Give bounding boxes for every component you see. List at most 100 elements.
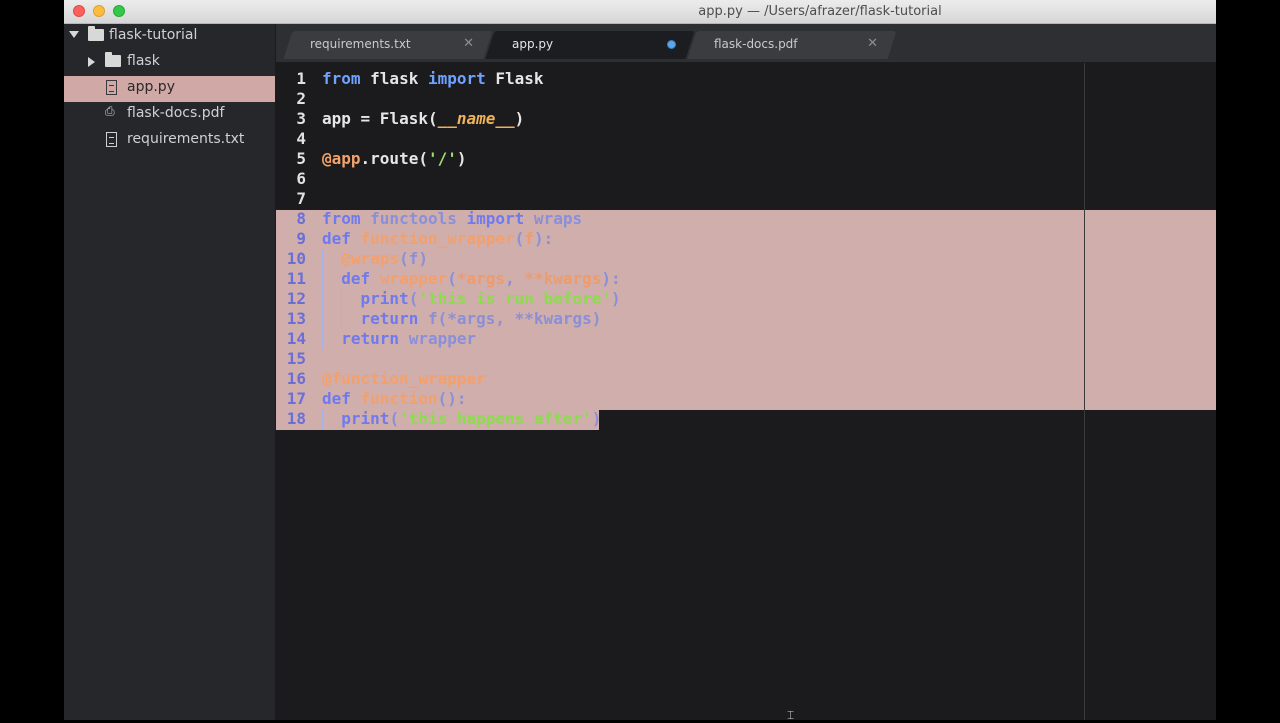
code-token: __name__ — [437, 109, 515, 128]
code-line[interactable]: 15 — [276, 349, 1216, 369]
indent-guide — [322, 249, 323, 269]
tab-requirements-txt[interactable]: requirements.txt ✕ — [283, 31, 493, 59]
code-token: **kwargs — [524, 269, 602, 288]
line-number: 4 — [296, 129, 306, 148]
line-code: from functools import wraps — [322, 209, 582, 229]
sidebar-item-label: flask — [127, 53, 160, 69]
line-number: 3 — [296, 109, 306, 128]
line-code: from flask import Flask — [322, 69, 544, 89]
code-line[interactable]: 6 — [276, 169, 1216, 189]
tab-flask-docs-pdf[interactable]: flask-docs.pdf ✕ — [687, 31, 897, 59]
file-icon — [106, 80, 117, 95]
line-number: 11 — [286, 269, 306, 288]
code-line[interactable]: 11 def wrapper(*args, **kwargs): — [276, 269, 1216, 289]
line-number: 13 — [286, 309, 306, 328]
sidebar-item-label: app.py — [127, 79, 175, 95]
code-line[interactable]: 8 from functools import wraps — [276, 209, 1216, 229]
code-token: 'this happens after' — [399, 409, 592, 428]
letterbox-right — [1216, 0, 1280, 720]
code-token: from — [322, 209, 361, 228]
code-token: def — [322, 389, 351, 408]
code-token: from — [322, 69, 361, 88]
indent-guide — [341, 309, 343, 329]
sidebar: flask-tutorial flask app.py ⎙ flask-docs… — [64, 24, 276, 720]
code-line[interactable]: 7 — [276, 189, 1216, 209]
line-code: print('this is run before') — [322, 289, 621, 309]
line-code: print('this happens after') — [322, 409, 601, 429]
folder-icon — [105, 52, 121, 67]
code-line[interactable]: 14 return wrapper — [276, 329, 1216, 349]
code-line[interactable]: 4 — [276, 129, 1216, 149]
code-token: def — [341, 269, 371, 288]
tab-label: app.py — [512, 37, 554, 51]
sidebar-item-flask[interactable]: flask — [64, 50, 275, 76]
line-number: 12 — [286, 289, 306, 308]
tab-bar: requirements.txt ✕ app.py flask-docs.pdf… — [276, 24, 1216, 63]
code-token: def — [322, 229, 351, 248]
tab-label: requirements.txt — [310, 37, 411, 51]
code-line[interactable]: 2 — [276, 89, 1216, 109]
code-token: import — [466, 209, 525, 228]
close-tab-icon[interactable]: ✕ — [867, 36, 878, 51]
code-line[interactable]: 12 print('this is run before') — [276, 289, 1216, 309]
code-token: 'this is run before' — [418, 289, 611, 308]
line-code: @function_wrapper — [322, 369, 486, 389]
code-line[interactable]: 5 @app.route('/') — [276, 149, 1216, 169]
code-token: return — [341, 329, 400, 348]
unsaved-dot-icon[interactable] — [667, 40, 676, 49]
code-token: ( — [447, 269, 457, 288]
code-line[interactable]: 13 return f(*args, **kwargs) — [276, 309, 1216, 329]
code-editor[interactable]: 1 from flask import Flask 2 3 app = Flask(__… — [276, 63, 1216, 720]
indent-guide — [322, 329, 323, 349]
code-line[interactable]: 1 from flask import Flask — [276, 69, 1216, 89]
chevron-right-icon[interactable] — [88, 57, 95, 67]
indent-guide — [322, 289, 323, 309]
code-token: '/' — [427, 149, 457, 168]
line-number: 8 — [296, 209, 306, 228]
sidebar-item-label: flask-docs.pdf — [127, 105, 225, 121]
close-tab-icon[interactable]: ✕ — [463, 36, 474, 51]
chevron-down-icon[interactable] — [69, 31, 79, 38]
code-token: ( — [389, 409, 400, 428]
line-number: 16 — [286, 369, 306, 388]
sidebar-item-flask-docs[interactable]: ⎙ flask-docs.pdf — [64, 102, 275, 128]
line-code: @app.route('/') — [322, 149, 467, 169]
line-number: 18 — [286, 409, 306, 428]
code-line[interactable]: 18 print('this happens after') — [276, 409, 1216, 429]
code-token: wrapper — [379, 269, 448, 288]
code-token: ): — [533, 229, 554, 248]
code-token: flask — [360, 69, 428, 88]
line-code: def function(): — [322, 389, 467, 409]
code-token: functools — [360, 209, 467, 228]
sidebar-root-folder[interactable]: flask-tutorial — [64, 24, 275, 50]
code-token: print — [341, 409, 390, 428]
code-line[interactable]: 9 def function_wrapper(f): — [276, 229, 1216, 249]
line-number: 5 — [296, 149, 306, 168]
code-token: .route( — [360, 149, 428, 168]
window-titlebar: app.py — /Users/afrazer/flask-tutorial — [64, 0, 1216, 24]
code-token: ( — [408, 289, 419, 308]
code-token: ) — [514, 109, 525, 128]
tab-label: flask-docs.pdf — [714, 37, 798, 51]
indent-guide — [322, 309, 323, 329]
code-token: import — [427, 69, 486, 88]
code-line[interactable]: 3 app = Flask(__name__) — [276, 109, 1216, 129]
sidebar-item-app-py[interactable]: app.py — [64, 76, 275, 102]
line-number: 10 — [286, 249, 306, 268]
sidebar-item-requirements[interactable]: requirements.txt — [64, 128, 275, 154]
code-line[interactable]: 17 def function(): — [276, 389, 1216, 409]
line-code: def function_wrapper(f): — [322, 229, 553, 249]
pdf-file-icon: ⎙ — [105, 104, 115, 118]
code-token: wraps — [524, 209, 583, 228]
tab-app-py[interactable]: app.py — [485, 31, 695, 59]
code-line[interactable]: 10 @wraps(f) — [276, 249, 1216, 269]
code-line[interactable]: 16 @function_wrapper — [276, 369, 1216, 389]
code-token: ): — [601, 269, 621, 288]
code-token: , — [505, 269, 525, 288]
file-icon — [106, 132, 117, 147]
